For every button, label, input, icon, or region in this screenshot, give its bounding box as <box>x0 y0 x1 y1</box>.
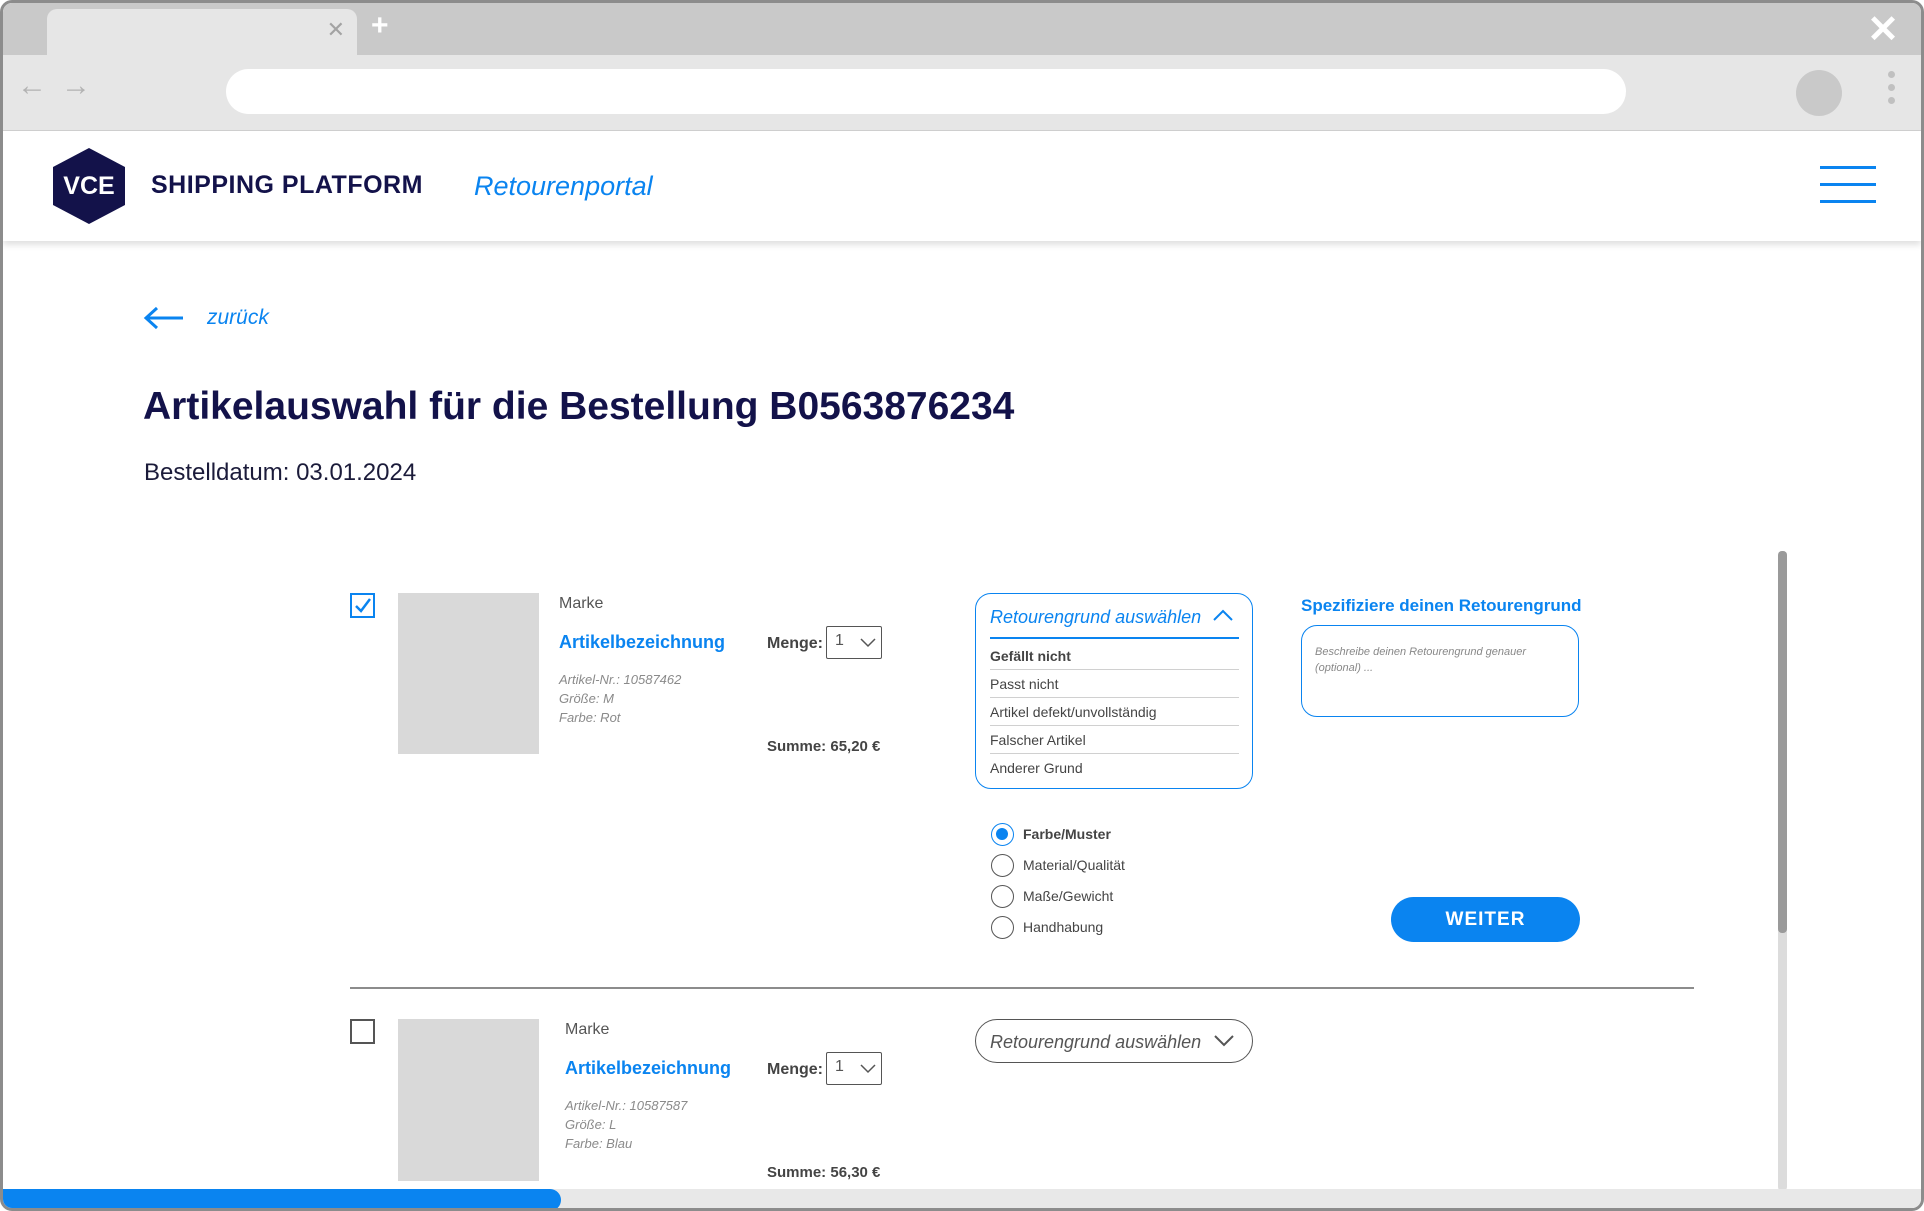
return-reason-dropdown[interactable]: Retourengrund auswählen <box>975 1019 1253 1063</box>
product-image <box>398 593 539 754</box>
chevron-down-icon <box>860 638 876 648</box>
item-brand: Marke <box>559 595 604 612</box>
item-meta: Artikel-Nr.: 10587587 Größe: L Farbe: Bl… <box>565 1096 687 1153</box>
progress-bar <box>3 1189 1921 1208</box>
sub-reason-radio[interactable] <box>991 885 1014 908</box>
item-sum: Summe: 65,20 € <box>767 738 881 755</box>
specify-reason-textarea[interactable]: Beschreibe deinen Retourengrund genauer … <box>1301 625 1579 717</box>
tab-close-icon[interactable]: ✕ <box>327 17 345 43</box>
portal-name[interactable]: Retourenportal <box>474 171 653 202</box>
sub-reason-radio[interactable] <box>991 823 1014 846</box>
order-date: Bestelldatum: 03.01.2024 <box>144 459 417 486</box>
return-reason-dropdown-open[interactable]: Retourengrund auswählen Gefällt nicht Pa… <box>975 593 1253 789</box>
item-sum: Summe: 56,30 € <box>767 1164 881 1181</box>
vce-logo[interactable]: VCE <box>53 148 125 224</box>
item-name[interactable]: Artikelbezeichnung <box>559 632 725 653</box>
specify-reason-title: Spezifiziere deinen Retourengrund <box>1301 596 1582 615</box>
sub-reason-label[interactable]: Material/Qualität <box>1023 857 1125 873</box>
browser-window: ✕ + ✕ ← → VCE SHIPPING PLATFORM Retouren… <box>0 0 1924 1211</box>
profile-avatar-icon[interactable] <box>1796 70 1842 116</box>
item-meta: Artikel-Nr.: 10587462 Größe: M Farbe: Ro… <box>559 670 681 727</box>
item-divider <box>350 987 1694 989</box>
back-link[interactable]: zurück <box>143 303 269 333</box>
item-brand: Marke <box>565 1021 610 1038</box>
quantity-label: Menge: <box>767 635 823 652</box>
item-name[interactable]: Artikelbezeichnung <box>565 1058 731 1079</box>
scrollbar-thumb[interactable] <box>1778 551 1787 933</box>
chevron-down-icon <box>860 1064 876 1074</box>
browser-tab[interactable]: ✕ <box>47 9 357 55</box>
sub-reason-label[interactable]: Maße/Gewicht <box>1023 888 1113 904</box>
article-number: Artikel-Nr.: 10587587 <box>565 1098 688 1113</box>
progress-fill <box>3 1189 561 1208</box>
continue-button[interactable]: WEITER <box>1391 897 1580 942</box>
new-tab-icon[interactable]: + <box>371 9 389 43</box>
article-number: Artikel-Nr.: 10587462 <box>559 672 682 687</box>
site-header: VCE SHIPPING PLATFORM Retourenportal <box>3 131 1921 241</box>
return-reason-placeholder: Retourengrund auswählen <box>990 1032 1202 1052</box>
arrow-left-icon <box>143 306 183 330</box>
item-size: Größe: M <box>559 691 614 706</box>
reason-option[interactable]: Falscher Artikel <box>990 726 1239 754</box>
quantity-value: 1 <box>835 632 844 649</box>
checkmark-icon <box>355 598 371 613</box>
browser-nav-bar: ← → <box>3 55 1921 131</box>
window-close-icon[interactable]: ✕ <box>1867 7 1899 52</box>
item-color: Farbe: Rot <box>559 710 621 725</box>
quantity-value: 1 <box>835 1058 844 1075</box>
back-arrow-icon[interactable]: ← <box>17 69 47 103</box>
chevron-up-icon[interactable] <box>1212 608 1234 622</box>
product-image <box>398 1019 539 1181</box>
reason-option[interactable]: Anderer Grund <box>990 754 1239 782</box>
sub-reason-label[interactable]: Farbe/Muster <box>1023 826 1111 842</box>
address-bar[interactable] <box>226 69 1626 114</box>
item-color: Farbe: Blau <box>565 1136 633 1151</box>
hamburger-menu-icon[interactable] <box>1820 166 1876 217</box>
quantity-label: Menge: <box>767 1061 823 1078</box>
quantity-select[interactable]: 1 <box>826 626 882 659</box>
return-reason-placeholder: Retourengrund auswählen <box>990 607 1202 627</box>
page-title: Artikelauswahl für die Bestellung B05638… <box>143 385 1015 428</box>
item-size: Größe: L <box>565 1117 617 1132</box>
brand-name[interactable]: SHIPPING PLATFORM <box>151 171 423 200</box>
chevron-down-icon <box>1214 1035 1234 1047</box>
logo-text: VCE <box>63 172 114 200</box>
sub-reason-radio[interactable] <box>991 916 1014 939</box>
item-checkbox[interactable] <box>350 593 375 618</box>
quantity-select[interactable]: 1 <box>826 1052 882 1085</box>
forward-arrow-icon[interactable]: → <box>61 69 91 103</box>
item-checkbox[interactable] <box>350 1019 375 1044</box>
reason-option[interactable]: Artikel defekt/unvollständig <box>990 698 1239 726</box>
dropdown-divider <box>990 637 1239 639</box>
reason-option[interactable]: Passt nicht <box>990 670 1239 698</box>
sub-reason-label[interactable]: Handhabung <box>1023 919 1103 935</box>
kebab-menu-icon[interactable] <box>1888 71 1896 110</box>
vertical-scrollbar[interactable] <box>1778 551 1787 1191</box>
sub-reason-radio[interactable] <box>991 854 1014 877</box>
back-label: zurück <box>207 306 269 329</box>
tab-bar: ✕ + ✕ <box>3 3 1921 55</box>
reason-option[interactable]: Gefällt nicht <box>990 642 1239 670</box>
